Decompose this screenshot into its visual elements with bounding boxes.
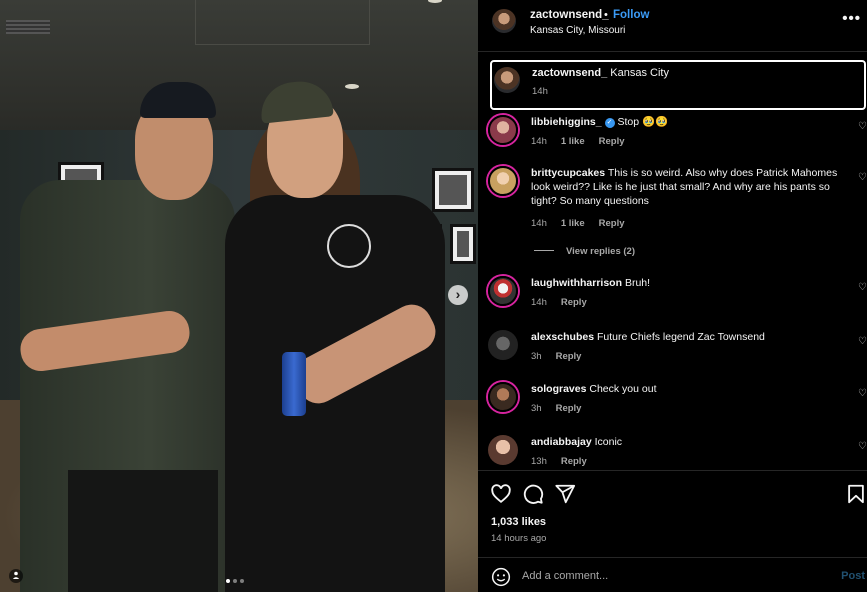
comment-username[interactable]: alexschubes <box>531 331 594 343</box>
author-username[interactable]: zactownsend_ <box>530 9 609 21</box>
comment-body: Iconic <box>594 436 623 448</box>
shirt-logo <box>327 224 371 268</box>
comment-username[interactable]: brittycupcakes <box>531 167 605 179</box>
comment-composer: Add a comment... Post <box>478 557 867 592</box>
comment-meta: 14h Reply <box>531 297 587 308</box>
commenter-avatar[interactable] <box>488 276 518 306</box>
comment-username[interactable]: libbiehiggins_ <box>531 116 602 128</box>
commenter-avatar[interactable] <box>488 435 518 465</box>
person-left-pants <box>68 470 218 592</box>
bookmark-icon[interactable] <box>845 483 867 505</box>
comment-text: libbiehiggins_ ✓ Stop 🥹🥹 <box>531 115 849 129</box>
carousel-dot <box>240 579 244 583</box>
emoji-icon[interactable] <box>491 567 511 587</box>
heart-icon[interactable]: ♡ <box>858 121 867 132</box>
comment-time: 14h <box>531 297 547 308</box>
commenter-avatar[interactable] <box>488 330 518 360</box>
post-comment-button[interactable]: Post <box>841 570 865 582</box>
comment-meta: 13h Reply <box>531 456 587 467</box>
carousel-next-button[interactable]: › <box>448 285 468 305</box>
comment-time: 14h <box>531 218 547 229</box>
likes-count[interactable]: 1,033 likes <box>491 516 546 528</box>
heart-icon[interactable]: ♡ <box>858 441 867 452</box>
post-header: zactownsend_ • Follow Kansas City, Misso… <box>478 0 867 52</box>
post-caption: zactownsend_ Kansas City 14h <box>490 60 866 110</box>
carousel-dot <box>233 579 237 583</box>
comment-time: 13h <box>531 456 547 467</box>
comment-text: alexschubes Future Chiefs legend Zac Tow… <box>531 330 849 344</box>
verified-icon: ✓ <box>604 118 615 128</box>
comment-body: Future Chiefs legend Zac Townsend <box>596 331 765 343</box>
comment-meta: 3h Reply <box>531 351 581 362</box>
view-replies-label: View replies (2) <box>566 246 635 257</box>
wall-picture <box>432 168 474 212</box>
comment-text: brittycupcakes This is so weird. Also wh… <box>531 166 849 208</box>
post-sidebar: zactownsend_ • Follow Kansas City, Misso… <box>478 0 867 592</box>
comment-username[interactable]: laughwithharrison <box>531 277 622 289</box>
post-timestamp: 14 hours ago <box>491 533 547 544</box>
chevron-right-icon: › <box>455 286 461 302</box>
heart-icon[interactable]: ♡ <box>858 336 867 347</box>
comment-likes[interactable]: 1 like <box>561 218 585 229</box>
author-avatar[interactable] <box>492 9 516 33</box>
carousel-dot <box>226 579 230 583</box>
caption-author[interactable]: zactownsend_ <box>532 67 607 79</box>
comment-text: solograves Check you out <box>531 382 849 396</box>
beer-can <box>282 352 306 416</box>
comment-meta: 14h 1 like Reply <box>531 136 625 147</box>
header-separator: • <box>604 9 608 21</box>
post-photo[interactable]: › <box>0 0 478 592</box>
comment-icon[interactable] <box>522 483 544 505</box>
carousel-dots <box>226 579 244 583</box>
replies-divider <box>534 250 554 251</box>
reply-button[interactable]: Reply <box>561 297 587 308</box>
post-actions: 1,033 likes 14 hours ago Add a comment..… <box>478 470 867 592</box>
commenter-avatar[interactable] <box>488 166 518 196</box>
comment-body: Stop 🥹🥹 <box>617 116 669 128</box>
comment-meta: 14h 1 like Reply <box>531 218 625 229</box>
comment-likes[interactable]: 1 like <box>561 136 585 147</box>
comment-text: laughwithharrison Bruh! <box>531 276 849 290</box>
reply-button[interactable]: Reply <box>599 136 625 147</box>
reply-button[interactable]: Reply <box>556 351 582 362</box>
post-location[interactable]: Kansas City, Missouri <box>530 25 625 36</box>
wall-picture <box>450 224 476 264</box>
reply-button[interactable]: Reply <box>556 403 582 414</box>
commenter-avatar[interactable] <box>488 115 518 145</box>
share-icon[interactable] <box>554 483 576 505</box>
comment-time: 3h <box>531 403 542 414</box>
caption-text: zactownsend_ Kansas City <box>532 67 669 79</box>
comment-meta: 3h Reply <box>531 403 581 414</box>
heart-icon[interactable] <box>490 483 512 505</box>
heart-icon[interactable]: ♡ <box>858 388 867 399</box>
comment-username[interactable]: solograves <box>531 383 586 395</box>
comment-body: Bruh! <box>624 277 651 289</box>
heart-icon[interactable]: ♡ <box>858 282 867 293</box>
comment-username[interactable]: andiabbajay <box>531 436 592 448</box>
comment-text: andiabbajay Iconic <box>531 435 849 449</box>
comment-time: 14h <box>531 136 547 147</box>
comment-input[interactable]: Add a comment... <box>522 570 608 582</box>
comment-time: 3h <box>531 351 542 362</box>
comment-body: Check you out <box>589 383 657 395</box>
view-replies-button[interactable]: View replies (2) <box>534 246 635 257</box>
caption-body: Kansas City <box>610 67 669 79</box>
more-icon[interactable]: ••• <box>842 10 861 27</box>
caption-avatar[interactable] <box>494 67 520 93</box>
photo-ceiling <box>0 0 478 130</box>
reply-button[interactable]: Reply <box>599 218 625 229</box>
heart-icon[interactable]: ♡ <box>858 172 867 183</box>
commenter-avatar[interactable] <box>488 382 518 412</box>
follow-button[interactable]: Follow <box>613 9 649 21</box>
caption-time: 14h <box>532 86 548 97</box>
reply-button[interactable]: Reply <box>561 456 587 467</box>
user-tag-icon[interactable] <box>9 569 23 583</box>
